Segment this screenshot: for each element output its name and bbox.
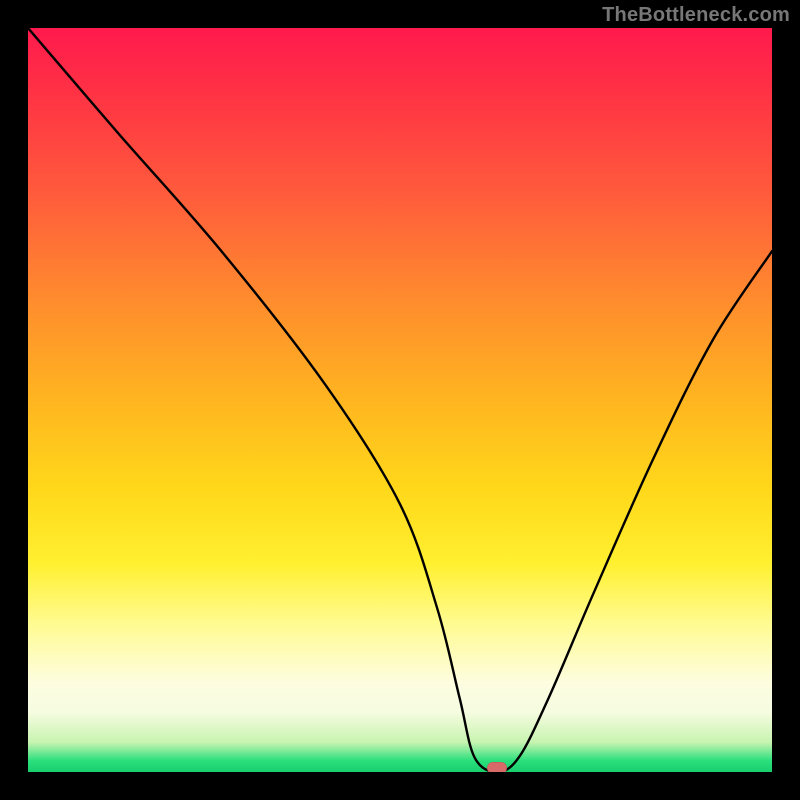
- bottleneck-curve: [28, 28, 772, 772]
- bottleneck-marker: [487, 762, 507, 772]
- watermark-text: TheBottleneck.com: [602, 4, 790, 27]
- plot-area: [28, 28, 772, 772]
- chart-frame: TheBottleneck.com: [0, 0, 800, 800]
